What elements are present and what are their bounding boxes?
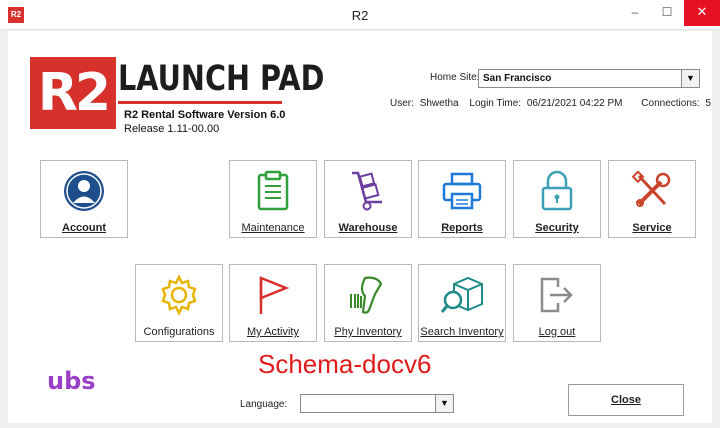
tile-search-inventory[interactable]: Search Inventory xyxy=(418,264,506,342)
schema-watermark: Schema-docv6 xyxy=(258,349,432,379)
padlock-icon xyxy=(514,169,600,213)
tile-label: Reports xyxy=(441,222,483,234)
login-time: 06/21/2021 04:22 PM xyxy=(526,98,623,109)
close-button[interactable]: Close xyxy=(568,384,684,416)
version-text: R2 Rental Software Version 6.0 xyxy=(124,109,286,121)
tile-label: Log out xyxy=(538,326,576,338)
tile-warehouse[interactable]: Warehouse xyxy=(324,160,412,238)
tile-reports[interactable]: Reports xyxy=(418,160,506,238)
tile-label: Account xyxy=(62,222,106,234)
tile-label: Maintenance xyxy=(241,222,305,234)
logo-underline xyxy=(118,101,282,104)
wrench-screwdriver-icon xyxy=(609,169,695,213)
tile-account[interactable]: Account xyxy=(40,160,128,238)
r2-logo: R2 xyxy=(30,57,116,129)
gear-icon xyxy=(136,273,222,317)
tile-label: Phy Inventory xyxy=(334,326,402,338)
home-site-label: Home Site: xyxy=(430,72,480,83)
tile-security[interactable]: Security xyxy=(513,160,601,238)
language-select[interactable]: ▼ xyxy=(300,394,454,413)
tile-label: Service xyxy=(632,222,672,234)
login-time-label: Login Time: xyxy=(469,98,522,109)
hand-truck-icon xyxy=(325,169,411,213)
tile-my-activity[interactable]: My Activity xyxy=(229,264,317,342)
barcode-scanner-icon xyxy=(325,273,411,317)
minimize-button[interactable]: – xyxy=(618,0,652,26)
close-window-button[interactable]: ✕ xyxy=(684,0,720,26)
session-info: User: Shwetha Login Time: 06/21/2021 04:… xyxy=(390,98,714,109)
tile-maintenance[interactable]: Maintenance xyxy=(229,160,317,238)
home-site-select[interactable]: San Francisco ▼ xyxy=(478,69,700,88)
launch-pad-title: LAUNCH PAD xyxy=(118,59,325,99)
title-bar: R2 R2 – ☐ ✕ xyxy=(0,0,720,30)
user-label: User: xyxy=(390,98,414,109)
connections-count: 5 xyxy=(705,98,712,109)
window-title: R2 xyxy=(351,8,369,23)
user-avatar-icon xyxy=(41,169,127,213)
tile-service[interactable]: Service xyxy=(608,160,696,238)
tile-log-out[interactable]: Log out xyxy=(513,264,601,342)
connections-label: Connections: xyxy=(641,98,700,109)
home-site-value: San Francisco xyxy=(483,73,552,84)
tile-label: Warehouse xyxy=(338,222,398,234)
box-search-icon xyxy=(419,273,505,317)
logout-icon xyxy=(514,273,600,317)
ubs-logo: ubs xyxy=(47,367,96,395)
tile-label: My Activity xyxy=(247,326,299,338)
release-text: Release 1.11-00.00 xyxy=(124,123,220,135)
chevron-down-icon[interactable]: ▼ xyxy=(681,70,699,87)
tile-label: Configurations xyxy=(143,326,215,338)
tile-configurations[interactable]: Configurations xyxy=(135,264,223,342)
user-name: Shwetha xyxy=(419,98,459,109)
language-label: Language: xyxy=(240,399,288,410)
flag-icon xyxy=(230,273,316,317)
chevron-down-icon[interactable]: ▼ xyxy=(435,395,453,412)
maximize-button[interactable]: ☐ xyxy=(650,0,684,26)
clipboard-icon xyxy=(230,169,316,213)
tile-label: Security xyxy=(535,222,579,234)
tile-label: Search Inventory xyxy=(420,326,504,338)
printer-icon xyxy=(419,169,505,213)
tile-phy-inventory[interactable]: Phy Inventory xyxy=(324,264,412,342)
launch-pad-panel: R2 LAUNCH PAD R2 Rental Software Version… xyxy=(8,31,712,423)
